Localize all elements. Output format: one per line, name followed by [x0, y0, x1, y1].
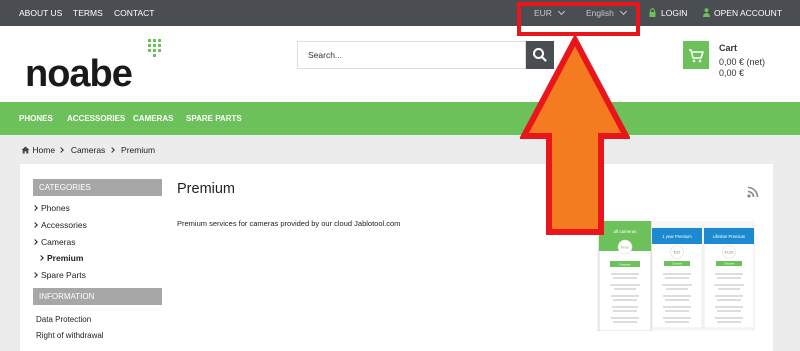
- pricing-button-label: Choose: [724, 262, 735, 266]
- logo[interactable]: noabe: [25, 53, 133, 96]
- top-bar: ABOUT US TERMS CONTACT EUR English LOGIN…: [0, 0, 800, 26]
- lock-icon: [649, 8, 656, 17]
- nav-item-accessories[interactable]: ACCESSORIES: [67, 102, 125, 135]
- sidebar-item-label: Premium: [47, 253, 84, 263]
- sidebar-item-label: Spare Parts: [41, 270, 86, 280]
- breadcrumb-home[interactable]: Home: [32, 145, 55, 155]
- pricing-price: Free: [621, 245, 630, 250]
- home-icon: [21, 146, 30, 154]
- search-input[interactable]: Search...: [297, 41, 526, 69]
- up-arrow-annotation: [520, 36, 630, 235]
- nav-item-phones[interactable]: PHONES: [19, 102, 53, 135]
- breadcrumb-premium: Premium: [121, 145, 156, 155]
- cart-title[interactable]: Cart: [719, 43, 737, 53]
- logo-keypad-icon: [148, 39, 161, 57]
- pricing-table-image: all cameras 1 year Premium Lifetime Prem…: [597, 221, 755, 331]
- sidebar-item-accessories[interactable]: Accessories: [32, 220, 87, 230]
- header: noabe Search... Cart 0,00 € (net) 0,00 €: [0, 26, 800, 102]
- pricing-price: €25: [674, 250, 681, 255]
- breadcrumb-cameras[interactable]: Cameras: [71, 145, 105, 155]
- chevron-right-icon: [32, 239, 38, 245]
- categories-heading: CATEGORIES: [33, 179, 162, 196]
- sidebar-item-phones[interactable]: Phones: [32, 203, 70, 213]
- sidebar-item-label: Phones: [41, 203, 70, 213]
- page-description: Premium services for cameras provided by…: [177, 219, 401, 228]
- chevron-right-icon: [32, 272, 38, 278]
- rss-icon[interactable]: [747, 186, 759, 198]
- chevron-right-icon: [58, 147, 65, 153]
- sidebar-item-spare-parts[interactable]: Spare Parts: [32, 270, 86, 280]
- cart-net-total: 0,00 € (net): [719, 57, 766, 67]
- chevron-right-icon: [32, 205, 38, 211]
- sidebar-item-premium[interactable]: Premium: [38, 253, 84, 263]
- breadcrumb: Home Cameras Premium: [21, 145, 155, 155]
- pricing-plan-label: Lifetime Premium: [713, 234, 746, 239]
- terms-link[interactable]: TERMS: [73, 0, 103, 26]
- highlight-box: [517, 2, 640, 36]
- page-title: Premium: [177, 181, 236, 197]
- about-us-link[interactable]: ABOUT US: [19, 0, 62, 26]
- info-link-data-protection[interactable]: Data Protection: [36, 315, 91, 324]
- chevron-right-icon: [38, 255, 44, 261]
- info-link-right-of-withdrawal[interactable]: Right of withdrawal: [36, 331, 104, 340]
- sidebar-item-label: Accessories: [41, 220, 87, 230]
- nav-item-spare-parts[interactable]: SPARE PARTS: [186, 102, 242, 135]
- sidebar-item-cameras[interactable]: Cameras: [32, 237, 76, 247]
- chevron-right-icon: [108, 147, 115, 153]
- pricing-plan-label: 1 year Premium: [662, 234, 692, 239]
- pricing-button-label: Choose: [672, 262, 683, 266]
- nav-item-cameras[interactable]: CAMERAS: [133, 102, 173, 135]
- open-account-link[interactable]: OPEN ACCOUNT: [714, 0, 782, 26]
- main-nav: PHONES ACCESSORIES CAMERAS SPARE PARTS: [0, 102, 800, 135]
- pricing-price: €126: [725, 250, 735, 255]
- information-heading: INFORMATION: [33, 288, 162, 305]
- cart-icon: [689, 49, 704, 63]
- contact-link[interactable]: CONTACT: [114, 0, 154, 26]
- user-icon: [703, 8, 710, 17]
- cart-gross-total: 0,00 €: [719, 68, 745, 78]
- cart-button[interactable]: [683, 41, 709, 69]
- login-link[interactable]: LOGIN: [661, 0, 687, 26]
- pricing-button-label: Register: [619, 262, 630, 266]
- chevron-right-icon: [32, 222, 38, 228]
- sidebar-item-label: Cameras: [41, 237, 76, 247]
